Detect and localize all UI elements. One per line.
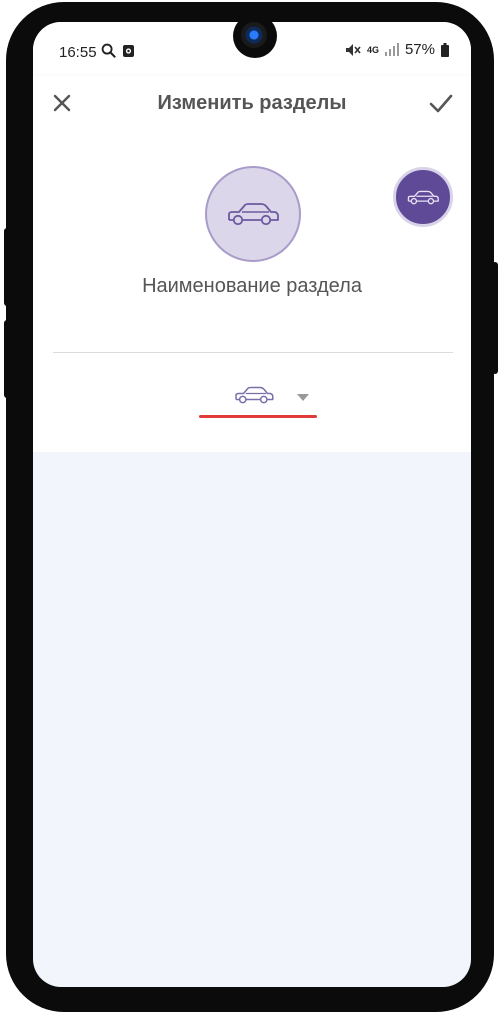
dropdown-underline: [199, 415, 317, 418]
status-icons-left: [101, 43, 135, 58]
section-name-label: Наименование раздела: [142, 275, 362, 297]
car-icon: [235, 386, 274, 404]
status-time: 16:55: [59, 44, 97, 61]
signal-icon: [384, 43, 399, 56]
search-icon: [101, 43, 116, 58]
icon-dropdown[interactable]: [199, 378, 317, 420]
car-icon: [228, 203, 279, 226]
status-icons-right: 4G 57%: [345, 41, 449, 58]
check-icon[interactable]: [427, 90, 455, 116]
battery-icon: [441, 42, 449, 57]
section-editor: Наименование раздела: [33, 130, 471, 452]
dropdown-arrow-icon: [297, 394, 309, 401]
divider: [53, 352, 453, 353]
camera-lens: [241, 22, 267, 48]
network-type: 4G: [366, 44, 379, 55]
page-title: Изменить разделы: [157, 92, 347, 114]
battery-percent: 57%: [404, 41, 435, 58]
section-color-button[interactable]: [393, 167, 453, 227]
notification-icon: [123, 44, 134, 57]
screen: 16:55 4G 57% Изменить разделы Наименован…: [33, 22, 471, 987]
mute-icon: [345, 43, 361, 56]
car-icon: [407, 190, 439, 204]
app-bar: Изменить разделы: [33, 76, 471, 130]
section-icon-preview: [205, 166, 301, 262]
